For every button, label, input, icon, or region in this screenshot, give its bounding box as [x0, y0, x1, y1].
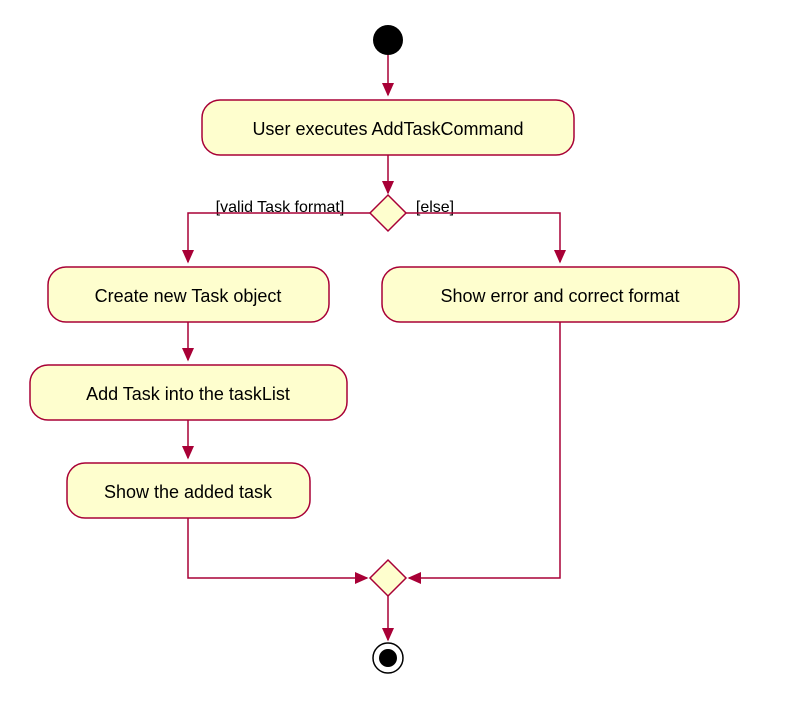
- activity-first-label: User executes AddTaskCommand: [252, 119, 523, 139]
- edge: [188, 213, 370, 262]
- start-node: [373, 25, 403, 55]
- merge-node: [370, 560, 406, 596]
- edge: [188, 518, 367, 578]
- activity-diagram: User executes AddTaskCommand [valid Task…: [0, 0, 808, 725]
- decision-node: [370, 195, 406, 231]
- activity-left-3-label: Show the added task: [104, 482, 273, 502]
- activity-left-1-label: Create new Task object: [95, 286, 282, 306]
- activity-right-1-label: Show error and correct format: [440, 286, 679, 306]
- edge: [406, 213, 560, 262]
- edge: [409, 322, 560, 578]
- activity-left-2-label: Add Task into the taskList: [86, 384, 290, 404]
- end-node-inner: [379, 649, 397, 667]
